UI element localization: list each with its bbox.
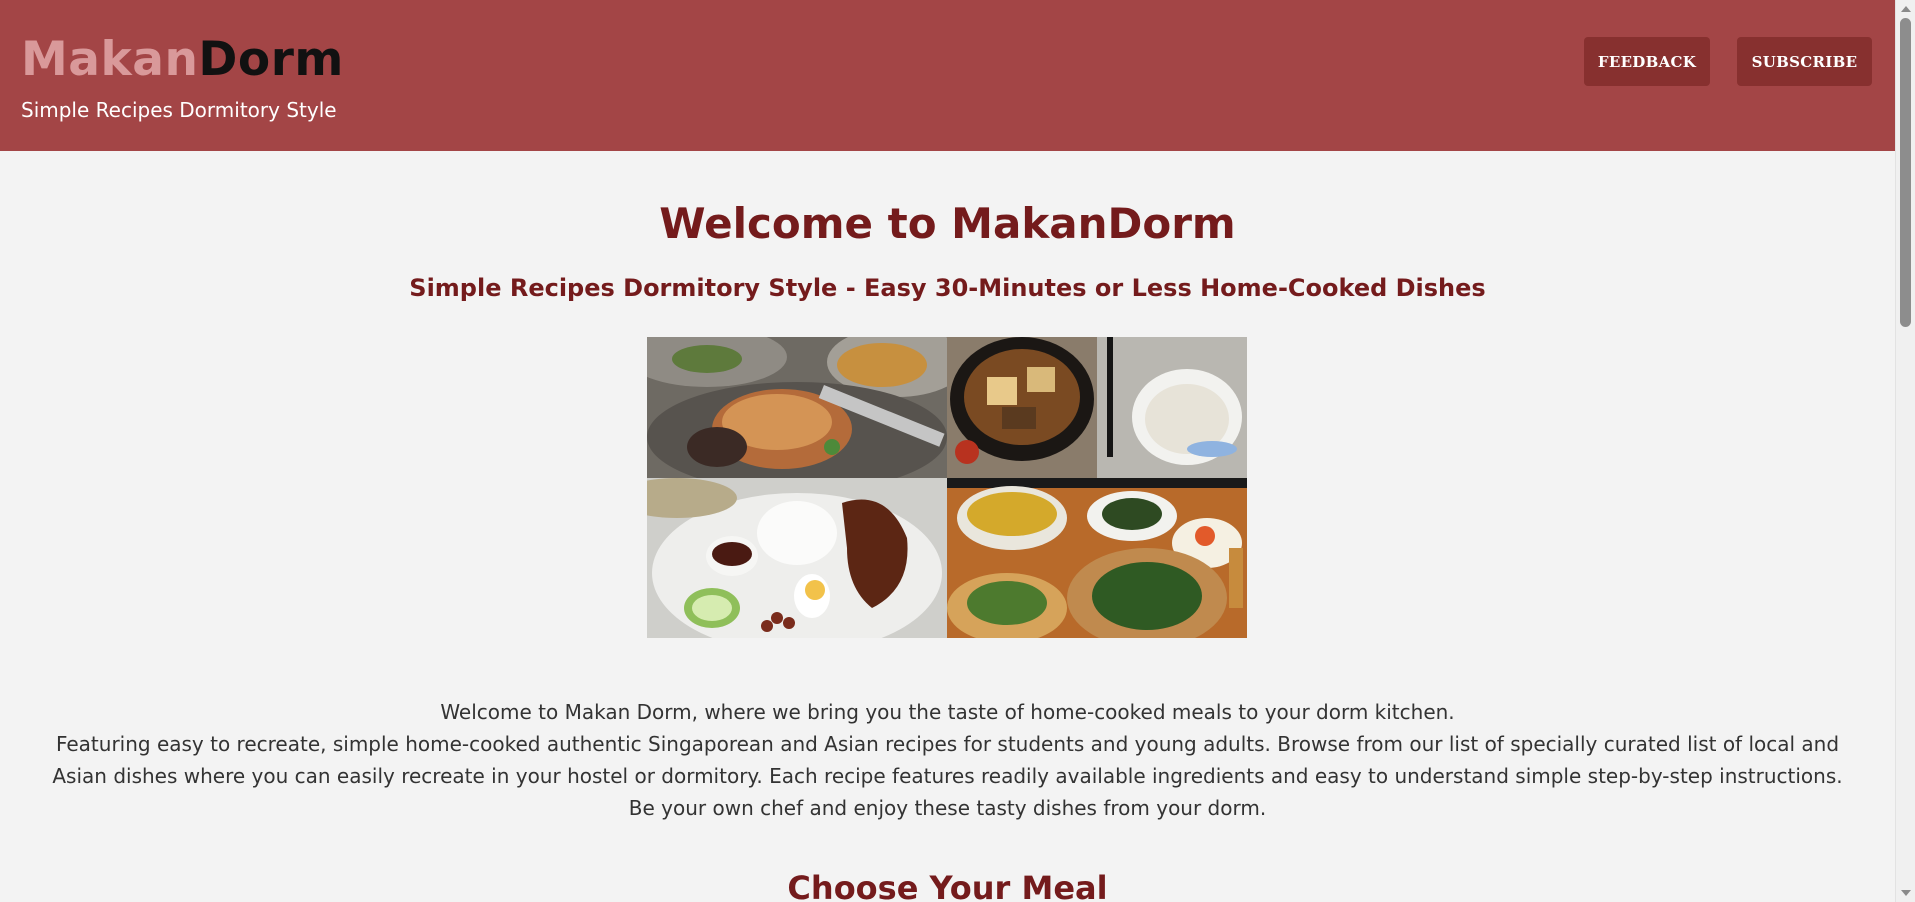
scrollbar-thumb[interactable] bbox=[1900, 18, 1911, 327]
site-tagline: Simple Recipes Dormitory Style bbox=[21, 98, 337, 122]
page-subtitle: Simple Recipes Dormitory Style - Easy 30… bbox=[409, 274, 1486, 302]
site-header: MakanDorm Simple Recipes Dormitory Style… bbox=[0, 0, 1895, 151]
scroll-down-arrow-icon[interactable] bbox=[1901, 890, 1911, 896]
subscribe-button[interactable]: SUBSCRIBE bbox=[1737, 37, 1872, 86]
feedback-button[interactable]: FEEDBACK bbox=[1584, 37, 1710, 86]
scroll-up-arrow-icon[interactable] bbox=[1901, 6, 1911, 12]
page: MakanDorm Simple Recipes Dormitory Style… bbox=[0, 0, 1895, 902]
collage-tile-curry-vegetables bbox=[947, 478, 1247, 638]
site-logo[interactable]: MakanDorm bbox=[21, 30, 344, 90]
intro-text: Welcome to Makan Dorm, where we bring yo… bbox=[40, 696, 1855, 824]
collage-tile-laksa bbox=[947, 337, 1247, 478]
brand-dorm: Dorm bbox=[198, 32, 344, 87]
intro-line-2: Featuring easy to recreate, simple home-… bbox=[52, 732, 1843, 820]
food-collage-image bbox=[647, 337, 1247, 638]
page-title: Welcome to MakanDorm bbox=[659, 199, 1236, 248]
vertical-scrollbar[interactable] bbox=[1895, 0, 1915, 902]
choose-meal-heading: Choose Your Meal bbox=[787, 869, 1108, 902]
intro-line-1: Welcome to Makan Dorm, where we bring yo… bbox=[440, 700, 1455, 724]
brand-makan: Makan bbox=[21, 32, 199, 87]
collage-tile-fried-rice bbox=[647, 337, 947, 478]
collage-tile-nasi-lemak bbox=[647, 478, 947, 638]
